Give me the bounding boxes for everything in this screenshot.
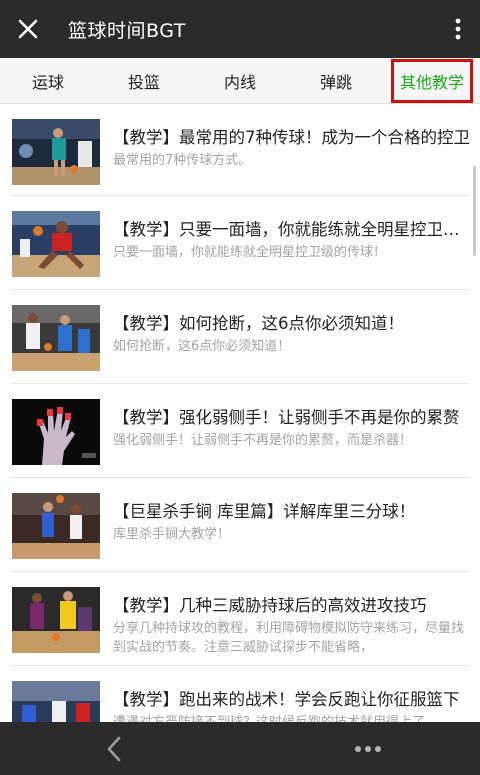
article-thumbnail: [12, 493, 100, 559]
more-vertical-icon: [455, 18, 461, 40]
tab-label: 投篮: [127, 72, 160, 92]
article-title: 【教学】如何抢断，这6点你必须知道！: [113, 314, 404, 333]
app-header: 篮球时间BGT: [0, 0, 480, 58]
more-options-button[interactable]: [436, 0, 480, 58]
article-description: 最常用的7种传球方式。: [113, 153, 252, 168]
tab-other-teaching[interactable]: 其他教学: [384, 58, 480, 103]
article-description: 库里杀手锏大教学！: [113, 527, 231, 542]
article-title: 【教学】只要一面墙，你就能练就全明星控卫级的传球: [113, 220, 470, 239]
chevron-left-icon: [107, 736, 121, 761]
article-thumbnail: [12, 119, 100, 185]
tab-label: 其他教学: [390, 58, 473, 103]
list-item[interactable]: 【教学】只要一面墙，你就能练就全明星控卫级的传球 只要一面墙，你就能练就全明星控…: [10, 196, 470, 290]
back-button[interactable]: [84, 722, 144, 775]
article-title: 【教学】几种三威胁持球后的高效进攻技巧: [113, 596, 427, 615]
article-title: 【教学】强化弱侧手！让弱侧手不再是你的累赘: [113, 408, 460, 427]
more-menu-button[interactable]: [338, 722, 398, 775]
article-title: 【教学】跑出来的战术！学会反跑让你征服篮下: [113, 690, 460, 709]
more-horizontal-icon: [355, 745, 381, 752]
article-description: 只要一面墙，你就能练就全明星控卫级的传球！: [113, 245, 387, 260]
scrollbar[interactable]: [473, 166, 476, 256]
article-description: 分享几种持球攻的教程，利用障碍物模拟防守来练习，尽量找到实战的节奏。注意三威胁试…: [113, 621, 465, 655]
bottom-toolbar: [0, 722, 480, 775]
tab-label: 弹跳: [319, 72, 352, 92]
article-thumbnail: [12, 587, 100, 653]
page-title: 篮球时间BGT: [68, 19, 186, 42]
list-item[interactable]: 【教学】强化弱侧手！让弱侧手不再是你的累赘 强化弱侧手！让弱侧手不再是你的累赘，…: [10, 384, 470, 478]
tab-dribble[interactable]: 运球: [0, 58, 96, 103]
close-button[interactable]: [0, 0, 56, 58]
article-thumbnail: [12, 681, 100, 722]
tab-label: 内线: [223, 72, 256, 92]
article-thumbnail: [12, 211, 100, 277]
list-item[interactable]: 【教学】跑出来的战术！学会反跑让你征服篮下 遭遇对方严防接不到球？这时候反跑的技…: [10, 666, 470, 722]
article-title: 【教学】最常用的7种传球！成为一个合格的控卫: [113, 128, 470, 147]
article-description: 遭遇对方严防接不到球？这时候反跑的技术就用得上了: [113, 713, 470, 722]
list-item[interactable]: 【教学】几种三威胁持球后的高效进攻技巧 分享几种持球攻的教程，利用障碍物模拟防守…: [10, 572, 470, 666]
article-description: 强化弱侧手！让弱侧手不再是你的累赘，而是杀器！: [113, 433, 413, 448]
article-thumbnail: [12, 399, 100, 465]
list-item[interactable]: 【教学】如何抢断，这6点你必须知道！ 如何抢断，这6点你必须知道！: [10, 290, 470, 384]
tab-shooting[interactable]: 投篮: [96, 58, 192, 103]
tab-label: 运球: [31, 72, 64, 92]
list-item[interactable]: 【教学】最常用的7种传球！成为一个合格的控卫 最常用的7种传球方式。: [10, 104, 470, 196]
tab-post[interactable]: 内线: [192, 58, 288, 103]
article-description: 如何抢断，这6点你必须知道！: [113, 339, 291, 354]
article-list: 【教学】最常用的7种传球！成为一个合格的控卫 最常用的7种传球方式。 【教学】只…: [0, 104, 480, 722]
category-tabs: 运球 投篮 内线 弹跳 其他教学: [0, 58, 480, 104]
list-item[interactable]: 【巨星杀手锏 库里篇】详解库里三分球！ 库里杀手锏大教学！: [10, 478, 470, 572]
article-thumbnail: [12, 305, 100, 371]
article-title: 【巨星杀手锏 库里篇】详解库里三分球！: [113, 502, 416, 521]
close-icon: [18, 19, 38, 39]
tab-jump[interactable]: 弹跳: [288, 58, 384, 103]
